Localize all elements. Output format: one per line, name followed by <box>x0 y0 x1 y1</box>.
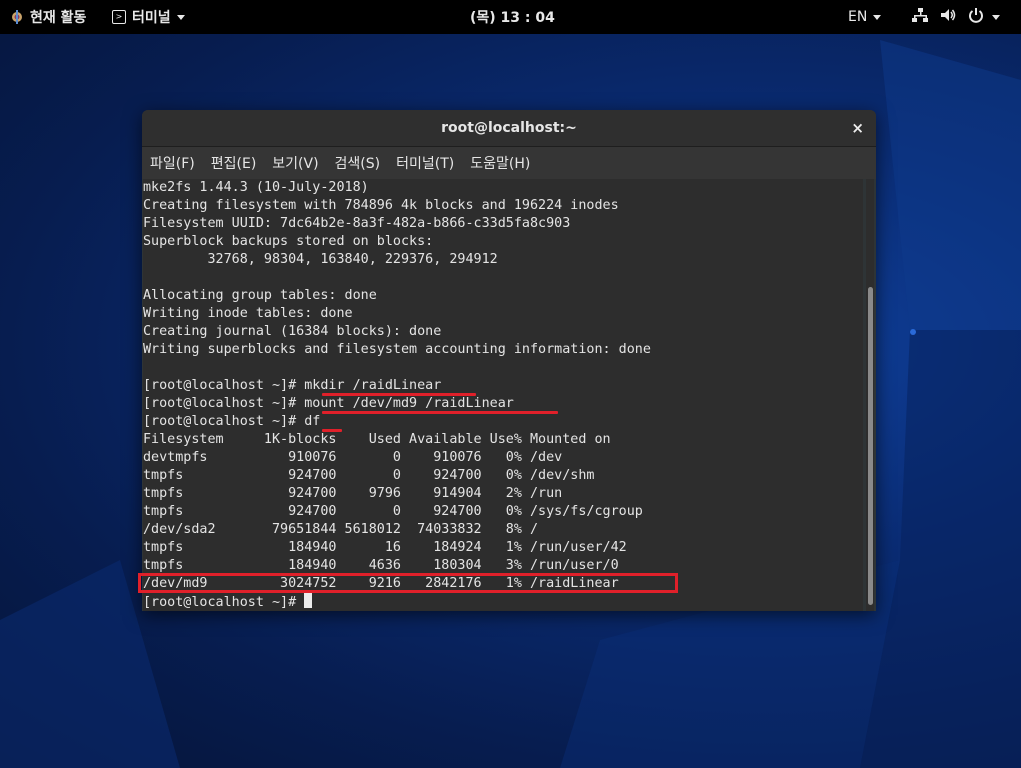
clock-label: (목) 13 : 04 <box>470 10 555 26</box>
highlight-underline-df <box>322 429 342 432</box>
terminal-prompt-line: [root@localhost ~]# <box>143 593 863 611</box>
terminal-line: /dev/sda2 79651844 5618012 74033832 8% / <box>143 522 539 537</box>
terminal-line: 32768, 98304, 163840, 229376, 294912 <box>143 252 498 267</box>
menu-file[interactable]: 파일(F) <box>142 153 203 173</box>
app-menu-label: 터미널 <box>132 10 171 26</box>
window-titlebar[interactable]: root@localhost:~ × <box>142 110 876 147</box>
menu-terminal[interactable]: 터미널(T) <box>388 153 462 173</box>
clock[interactable]: (목) 13 : 04 <box>470 0 555 34</box>
terminal-line: [root@localhost ~]# mkdir /raidLinear <box>143 378 442 393</box>
chevron-down-icon <box>176 14 185 20</box>
terminal-line: Filesystem UUID: 7dc64b2e-8a3f-482a-b866… <box>143 216 571 231</box>
terminal-line: Creating journal (16384 blocks): done <box>143 324 442 339</box>
terminal-line: tmpfs 924700 0 924700 0% /sys/fs/cgroup <box>143 504 643 519</box>
terminal-output[interactable]: mke2fs 1.44.3 (10-July-2018) Creating fi… <box>143 179 863 611</box>
terminal-line: tmpfs 924700 9796 914904 2% /run <box>143 486 563 501</box>
network-icon <box>912 7 928 27</box>
terminal-line: Allocating group tables: done <box>143 288 377 303</box>
menu-bar: 파일(F) 편집(E) 보기(V) 검색(S) 터미널(T) 도움말(H) <box>142 147 876 179</box>
terminal-line: mke2fs 1.44.3 (10-July-2018) <box>143 180 369 195</box>
power-icon <box>968 7 984 27</box>
close-button[interactable]: × <box>851 119 864 137</box>
volume-icon <box>940 7 956 27</box>
terminal-scrollbar[interactable] <box>866 179 874 611</box>
input-method-label: EN <box>848 9 868 25</box>
terminal-window: root@localhost:~ × 파일(F) 편집(E) 보기(V) 검색(… <box>142 110 876 611</box>
terminal-line: tmpfs 924700 0 924700 0% /dev/shm <box>143 468 595 483</box>
terminal-line: [root@localhost ~]# df <box>143 414 321 429</box>
menu-help[interactable]: 도움말(H) <box>462 153 538 173</box>
terminal-line: Writing inode tables: done <box>143 306 353 321</box>
activities-button[interactable]: 현재 활동 <box>10 0 86 34</box>
scrollbar-thumb[interactable] <box>868 287 873 605</box>
top-bar: 현재 활동 > 터미널 (목) 13 : 04 EN <box>0 0 1021 34</box>
highlight-box-md9-row <box>138 573 678 593</box>
chevron-down-icon <box>873 14 882 20</box>
highlight-underline-mount <box>322 411 558 414</box>
menu-search[interactable]: 검색(S) <box>327 153 389 173</box>
terminal-line: tmpfs 184940 16 184924 1% /run/user/42 <box>143 540 627 555</box>
terminal-line: Superblock backups stored on blocks: <box>143 234 434 249</box>
menu-edit[interactable]: 편집(E) <box>203 153 265 173</box>
terminal-line: Writing superblocks and filesystem accou… <box>143 342 651 357</box>
terminal-line: Filesystem 1K-blocks Used Available Use%… <box>143 432 611 447</box>
terminal-prompt: [root@localhost ~]# <box>143 595 305 610</box>
terminal-line: Creating filesystem with 784896 4k block… <box>143 198 619 213</box>
chevron-down-icon <box>992 14 1000 20</box>
window-title: root@localhost:~ <box>441 120 577 136</box>
highlight-underline-mkdir <box>322 393 476 396</box>
activities-label: 현재 활동 <box>30 10 87 26</box>
menu-view[interactable]: 보기(V) <box>264 153 326 173</box>
app-menu-button[interactable]: > 터미널 <box>112 0 185 34</box>
system-menu-button[interactable] <box>912 0 1000 34</box>
terminal-app-icon: > <box>112 10 126 24</box>
terminal-line: devtmpfs 910076 0 910076 0% /dev <box>143 450 563 465</box>
input-method-button[interactable]: EN <box>848 0 882 34</box>
terminal-cursor <box>304 593 313 608</box>
activities-icon <box>10 10 24 24</box>
